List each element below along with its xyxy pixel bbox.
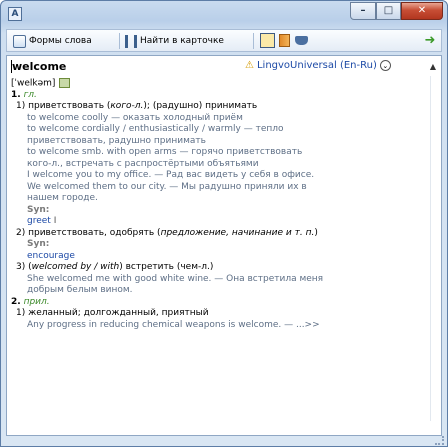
vertical-scrollbar[interactable]	[430, 76, 441, 421]
article-pane[interactable]: welcome ⚠ LingvoUniversal (En-Ru) ⌄ ▲ [ˈ…	[6, 55, 442, 436]
synonyms-heading: Syn:	[27, 204, 50, 215]
warning-icon: ⚠	[245, 60, 254, 71]
sense-line: 3) (welcomed by / with) встретить (чем-л…	[16, 262, 214, 272]
example-line: приветствовать, радушно принимать	[27, 135, 206, 146]
find-in-card-button[interactable]: Найти в карточке	[125, 33, 224, 49]
article-body: [ˈwelkəm] 1. гл. 1) приветствовать (кого…	[11, 78, 421, 331]
part-of-speech: гл.	[23, 89, 37, 100]
resize-grip-icon[interactable]	[435, 436, 444, 445]
example-line: She welcomed me with good white wine. — …	[27, 273, 324, 284]
entry-number: 1.	[11, 89, 21, 100]
synonym-line: encourage	[11, 251, 421, 263]
go-arrow-icon[interactable]: ➜	[423, 34, 437, 48]
word-forms-icon	[13, 34, 26, 48]
sense-line: 1) желанный; долгожданный, приятный	[16, 308, 209, 318]
select-mode-icon[interactable]	[260, 33, 275, 48]
find-in-card-label: Найти в карточке	[140, 36, 224, 46]
app-window: A – □ ✕ Формы слова Найти в карточке ➜ w…	[0, 0, 448, 447]
part-of-speech-line: 2. прил.	[11, 297, 421, 309]
book-icon[interactable]	[279, 34, 290, 47]
headword: welcome	[12, 60, 67, 73]
example-line: добрым белым вином.	[27, 285, 133, 295]
dictionary-name[interactable]: LingvoUniversal (En-Ru)	[257, 60, 377, 71]
example-line: to welcome coolly — оказать холодный при…	[27, 112, 243, 123]
toolbar-separator	[119, 33, 120, 49]
close-button[interactable]: ✕	[401, 2, 443, 20]
part-of-speech: прил.	[23, 296, 50, 307]
dictionary-selector[interactable]: ⚠ LingvoUniversal (En-Ru) ⌄	[245, 60, 391, 71]
word-forms-button[interactable]: Формы слова	[13, 33, 92, 49]
example-line: нашем городе.	[27, 193, 98, 203]
example-line: to welcome smb. with open arms — горячо …	[27, 147, 303, 157]
example-line: We welcomed them to our city. — Мы радуш…	[27, 181, 307, 192]
scroll-up-arrow-icon[interactable]: ▲	[430, 62, 436, 71]
minimize-button[interactable]: –	[350, 2, 376, 20]
binoculars-icon	[125, 34, 137, 48]
synonyms-heading: Syn:	[27, 239, 50, 249]
maximize-button[interactable]: □	[376, 2, 401, 20]
sense-line: 1) приветствовать (кого-л.); (радушно) п…	[16, 101, 258, 111]
synonym-link[interactable]: greet	[27, 216, 51, 226]
lingvo-app-icon: A	[8, 7, 22, 21]
example-line: I welcome you to my office. — Рад вас ви…	[27, 170, 315, 180]
sound-icon[interactable]	[59, 78, 71, 88]
entry-number: 2.	[11, 296, 21, 307]
sense-line: 2) приветствовать, одобрять (предложение…	[16, 227, 318, 238]
example-line[interactable]: Any progress in reducing chemical weapon…	[11, 320, 421, 332]
status-bar	[1, 436, 447, 446]
transcription: [ˈwelkəm]	[11, 78, 56, 89]
chevron-down-icon[interactable]: ⌄	[379, 60, 391, 71]
example-line: to welcome cordially / enthusiastically …	[27, 124, 284, 134]
synonym-line: greet I	[27, 216, 57, 226]
synonym-link[interactable]: encourage	[27, 251, 75, 261]
title-bar[interactable]: A – □ ✕	[1, 1, 447, 29]
transcription-line: [ˈwelkəm]	[11, 78, 421, 90]
toolbar-separator	[253, 33, 254, 49]
toolbar: Формы слова Найти в карточке ➜	[6, 29, 442, 52]
education-hat-icon[interactable]	[295, 36, 308, 45]
example-line: кого-л., встречать с распростёртыми объя…	[27, 158, 259, 169]
word-forms-label: Формы слова	[29, 36, 92, 46]
part-of-speech-line: 1. гл.	[11, 90, 421, 102]
